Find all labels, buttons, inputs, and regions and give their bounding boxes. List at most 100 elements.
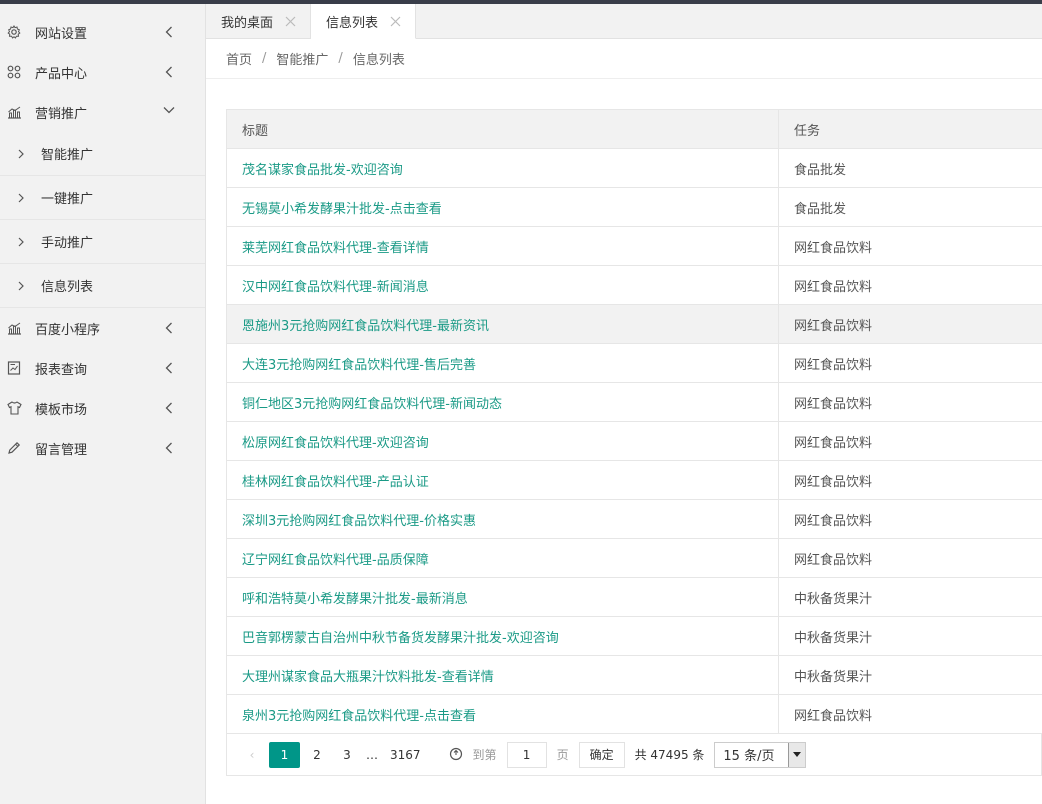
sidebar-item-label: 营销推广: [35, 106, 88, 122]
tab-info-list[interactable]: 信息列表: [311, 4, 417, 39]
breadcrumb-home[interactable]: 首页: [226, 49, 252, 68]
cell-title: 无锡莫小希发酵果汁批发-点击查看: [226, 187, 779, 227]
sidebar-item-marketing[interactable]: 营销推广: [0, 92, 205, 132]
sidebar-item-product-center[interactable]: 产品中心: [0, 52, 205, 92]
table-body: 茂名谋家食品批发-欢迎咨询 食品批发 无锡莫小希发酵果汁批发-点击查看 食品批发 莱芜网…: [226, 148, 1042, 734]
cell-task: 食品批发: [778, 148, 1042, 188]
dropdown-arrow-icon[interactable]: [788, 742, 806, 767]
page-size-value: 15 条/页: [723, 749, 775, 764]
table-row: 巴音郭楞蒙古自治州中秋节备货发酵果汁批发-欢迎咨询 中秋备货果汁: [226, 616, 1042, 656]
cell-title: 茂名谋家食品批发-欢迎咨询: [226, 148, 779, 188]
sidebar-item-label: 留言管理: [35, 442, 88, 458]
breadcrumb-separator: /: [338, 51, 343, 66]
page-button-2[interactable]: 2: [304, 742, 330, 768]
marketing-submenu: 智能推广 一键推广 手动推广 信息列表: [0, 132, 205, 308]
close-icon[interactable]: [389, 15, 401, 27]
goto-confirm-button[interactable]: 确定: [578, 741, 625, 768]
table-row: 桂林网红食品饮料代理-产品认证 网红食品饮料: [226, 460, 1042, 500]
sidebar-subitem-smart-promotion[interactable]: 智能推广: [0, 132, 205, 176]
report-icon: [6, 360, 22, 376]
prev-page-button[interactable]: ‹: [239, 742, 265, 768]
table-row: 大连3元抢购网红食品饮料代理-售后完善 网红食品饮料: [226, 343, 1042, 383]
apps-icon: [6, 64, 22, 80]
chevron-left-icon: [161, 400, 177, 416]
sidebar-item-report-query[interactable]: 报表查询: [0, 348, 205, 388]
row-title-link[interactable]: 大连3元抢购网红食品饮料代理-售后完善: [242, 358, 476, 373]
cell-task: 网红食品饮料: [778, 382, 1042, 422]
tab-my-desktop[interactable]: 我的桌面: [206, 4, 312, 39]
page-button-last[interactable]: 3167: [384, 742, 427, 768]
page-unit-label: 页: [556, 748, 569, 762]
sidebar-item-baidu-mini-program[interactable]: 百度小程序: [0, 308, 205, 348]
tab-label: 信息列表: [326, 15, 379, 31]
cell-task: 中秋备货果汁: [778, 655, 1042, 695]
sidebar-subitem-info-list[interactable]: 信息列表: [0, 264, 205, 308]
sidebar-subitem-label: 信息列表: [41, 280, 94, 295]
cell-task: 中秋备货果汁: [778, 577, 1042, 617]
row-title-link[interactable]: 恩施州3元抢购网红食品饮料代理-最新资讯: [242, 319, 489, 334]
sidebar: 网站设置 产品中心 营销推广 智能推广 一键推广 手动推广 信息列表 百度小程序…: [0, 4, 206, 804]
sidebar-item-label: 报表查询: [35, 362, 88, 378]
sidebar-subitem-one-click-promotion[interactable]: 一键推广: [0, 176, 205, 220]
table-header-row: 标题 任务: [226, 109, 1042, 149]
sidebar-item-site-settings[interactable]: 网站设置: [0, 12, 205, 52]
chevron-right-icon: [16, 193, 26, 203]
cell-title: 辽宁网红食品饮料代理-品质保障: [226, 538, 779, 578]
refresh-icon[interactable]: [449, 747, 465, 763]
row-title-link[interactable]: 呼和浩特莫小希发酵果汁批发-最新消息: [242, 592, 468, 607]
close-icon[interactable]: [284, 16, 296, 28]
page-button-1[interactable]: 1: [269, 741, 300, 768]
column-header-task: 任务: [778, 109, 1042, 149]
row-title-link[interactable]: 辽宁网红食品饮料代理-品质保障: [242, 553, 429, 568]
info-table: 标题 任务 茂名谋家食品批发-欢迎咨询 食品批发 无锡莫小希发酵果汁批发-点击查看食…: [226, 109, 1042, 734]
cell-task: 网红食品饮料: [778, 460, 1042, 500]
cell-title: 恩施州3元抢购网红食品饮料代理-最新资讯: [226, 304, 779, 344]
row-title-link[interactable]: 茂名谋家食品批发-欢迎咨询: [242, 163, 403, 178]
table-row: 泉州3元抢购网红食品饮料代理-点击查看 网红食品饮料: [226, 694, 1042, 734]
pagination: ‹ 1 2 3 … 3167 到第 页 确定 共 47495 条 15 条/页: [226, 734, 1042, 776]
tab-label: 我的桌面: [221, 16, 274, 31]
row-title-link[interactable]: 深圳3元抢购网红食品饮料代理-价格实惠: [242, 514, 476, 529]
breadcrumb-smart-promotion[interactable]: 智能推广: [276, 49, 328, 68]
table-row: 大理州谋家食品大瓶果汁饮料批发-查看详情 中秋备货果汁: [226, 655, 1042, 695]
row-title-link[interactable]: 桂林网红食品饮料代理-产品认证: [242, 475, 429, 490]
row-title-link[interactable]: 莱芜网红食品饮料代理-查看详情: [242, 241, 429, 256]
row-title-link[interactable]: 无锡莫小希发酵果汁批发-点击查看: [242, 202, 442, 217]
chevron-left-icon: [161, 360, 177, 376]
cell-task: 网红食品饮料: [778, 421, 1042, 461]
chevron-right-icon: [16, 281, 26, 291]
cell-title: 铜仁地区3元抢购网红食品饮料代理-新闻动态: [226, 382, 779, 422]
gear-icon: [6, 24, 22, 40]
sidebar-subitem-label: 手动推广: [41, 236, 94, 251]
cell-task: 网红食品饮料: [778, 499, 1042, 539]
cell-title: 大理州谋家食品大瓶果汁饮料批发-查看详情: [226, 655, 779, 695]
sidebar-subitem-manual-promotion[interactable]: 手动推广: [0, 220, 205, 264]
cell-title: 呼和浩特莫小希发酵果汁批发-最新消息: [226, 577, 779, 617]
row-title-link[interactable]: 汉中网红食品饮料代理-新闻消息: [242, 280, 429, 295]
cell-title: 巴音郭楞蒙古自治州中秋节备货发酵果汁批发-欢迎咨询: [226, 616, 779, 656]
row-title-link[interactable]: 大理州谋家食品大瓶果汁饮料批发-查看详情: [242, 670, 494, 685]
row-title-link[interactable]: 铜仁地区3元抢购网红食品饮料代理-新闻动态: [242, 397, 502, 412]
sidebar-item-label: 百度小程序: [35, 322, 101, 338]
cell-task: 中秋备货果汁: [778, 616, 1042, 656]
page-button-3[interactable]: 3: [334, 742, 360, 768]
sidebar-item-label: 网站设置: [35, 26, 88, 42]
breadcrumb: 首页 / 智能推广 / 信息列表: [206, 39, 1042, 79]
sidebar-item-label: 模板市场: [35, 402, 88, 418]
sidebar-subitem-label: 一键推广: [41, 192, 94, 207]
info-table-container: 标题 任务 茂名谋家食品批发-欢迎咨询 食品批发 无锡莫小希发酵果汁批发-点击查看食…: [226, 109, 1042, 776]
sidebar-item-message-management[interactable]: 留言管理: [0, 428, 205, 468]
breadcrumb-current: 信息列表: [352, 53, 405, 68]
sidebar-item-template-market[interactable]: 模板市场: [0, 388, 205, 428]
row-title-link[interactable]: 巴音郭楞蒙古自治州中秋节备货发酵果汁批发-欢迎咨询: [242, 631, 559, 646]
goto-page-input[interactable]: [506, 741, 547, 768]
row-title-link[interactable]: 松原网红食品饮料代理-欢迎咨询: [242, 436, 429, 451]
sidebar-subitem-label: 智能推广: [41, 148, 94, 163]
table-row: 辽宁网红食品饮料代理-品质保障 网红食品饮料: [226, 538, 1042, 578]
cell-task: 网红食品饮料: [778, 265, 1042, 305]
page-size-select[interactable]: 15 条/页: [714, 741, 807, 768]
table-row: 汉中网红食品饮料代理-新闻消息 网红食品饮料: [226, 265, 1042, 305]
total-count: 共 47495 条: [634, 748, 705, 762]
row-title-link[interactable]: 泉州3元抢购网红食品饮料代理-点击查看: [242, 709, 476, 724]
table-row: 松原网红食品饮料代理-欢迎咨询 网红食品饮料: [226, 421, 1042, 461]
